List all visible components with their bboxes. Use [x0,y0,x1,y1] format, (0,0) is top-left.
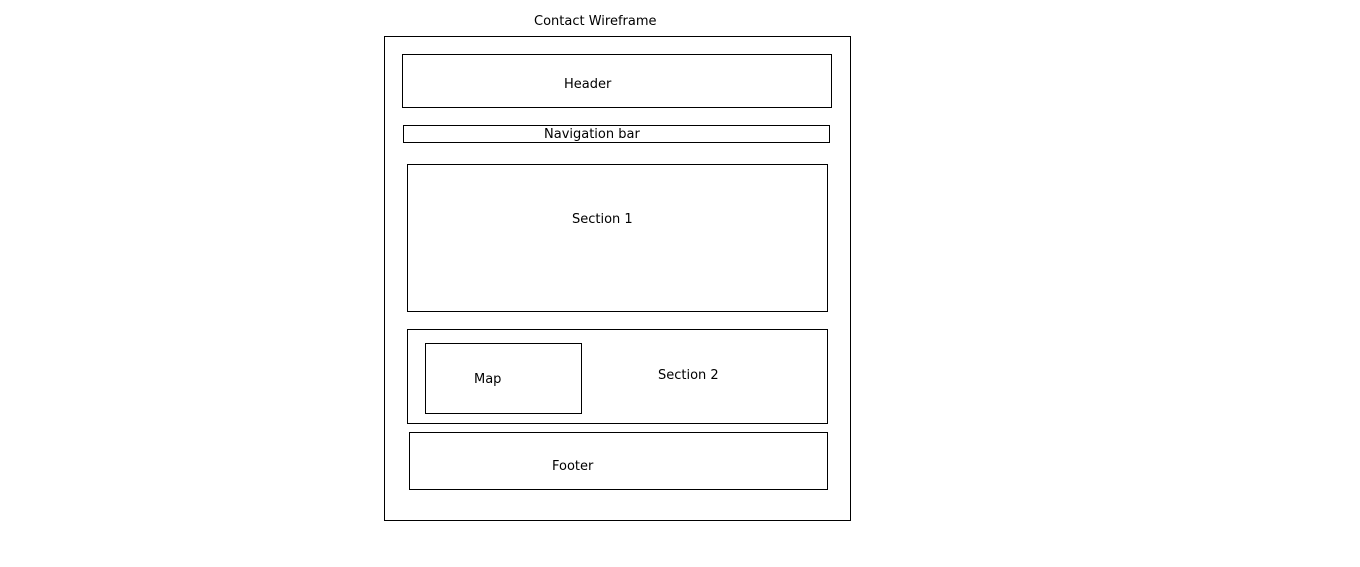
navigation-bar-label: Navigation bar [544,127,640,142]
footer-label: Footer [552,459,594,474]
section-2-block: Section 2 Map [407,329,828,424]
section-2-label: Section 2 [658,368,719,383]
diagram-title: Contact Wireframe [534,14,657,29]
header-label: Header [564,77,612,92]
section-1-block: Section 1 [407,164,828,312]
map-block: Map [425,343,582,414]
navigation-bar-block: Navigation bar [403,125,830,143]
footer-block: Footer [409,432,828,490]
section-1-label: Section 1 [572,212,633,227]
map-label: Map [474,372,502,387]
header-block: Header [402,54,832,108]
